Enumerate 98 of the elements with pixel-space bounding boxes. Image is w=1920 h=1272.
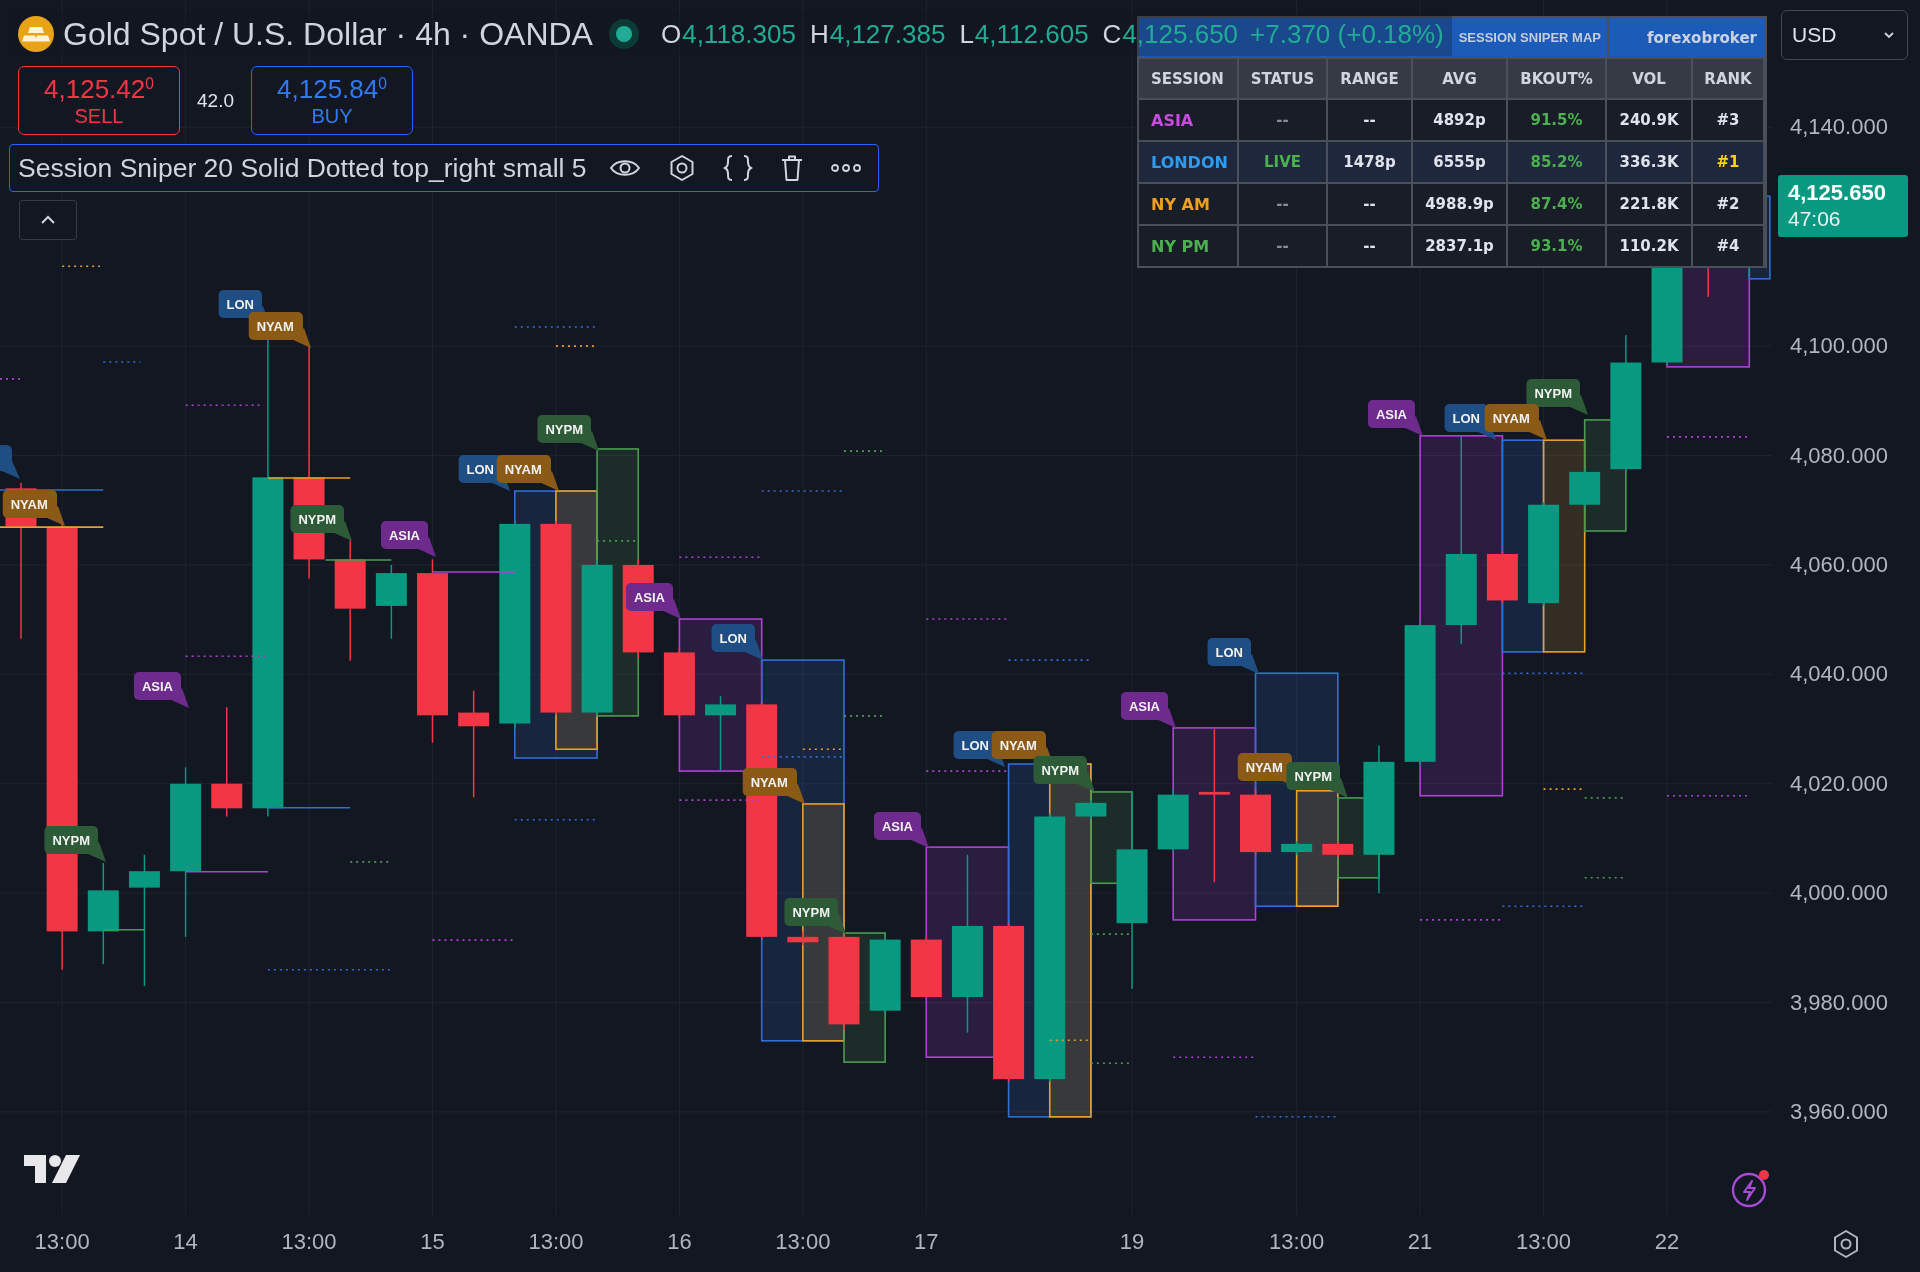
more-icon[interactable] bbox=[830, 164, 861, 172]
ohlc-value: 4,118.305 bbox=[682, 18, 796, 50]
time-axis-label: 14 bbox=[173, 1229, 198, 1255]
session-name: NY AM bbox=[1151, 194, 1210, 214]
symbol-title: Gold Spot / U.S. Dollar · 4h · OANDA bbox=[63, 15, 593, 53]
current-price: 4,125.650 bbox=[1788, 180, 1887, 207]
time-axis-label: 13:00 bbox=[1269, 1229, 1325, 1255]
table-cell: 221.8K bbox=[1607, 184, 1691, 224]
sell-button[interactable]: 4,125.42$^{0}$ SELL bbox=[18, 66, 180, 135]
time-axis-label: 13:00 bbox=[34, 1229, 90, 1255]
ohlc-label: L bbox=[959, 18, 974, 50]
candle bbox=[1322, 841, 1354, 858]
price-axis-label: 4,020.000 bbox=[1790, 770, 1888, 797]
price-axis-label: 4,040.000 bbox=[1790, 661, 1888, 688]
currency-dropdown[interactable]: USD bbox=[1781, 10, 1908, 60]
ohlc-value: 4,112.605 bbox=[974, 18, 1089, 50]
price-axis-label: 4,100.000 bbox=[1790, 333, 1888, 360]
countdown-timer: 47:06 bbox=[1788, 206, 1842, 232]
spread-value: 42.0 bbox=[197, 89, 234, 112]
column-header: BKOUT% bbox=[1508, 59, 1605, 98]
indicator-title: Session Sniper 20 Solid Dotted top_right small 5 bbox=[18, 152, 587, 184]
table-cell: 93.1% bbox=[1508, 226, 1605, 266]
ohlc-label: O bbox=[660, 18, 682, 50]
table-cell: #2 bbox=[1693, 184, 1763, 224]
session-name: NY PM bbox=[1151, 236, 1210, 256]
table-cell: #1 bbox=[1693, 142, 1763, 182]
candle bbox=[1157, 789, 1189, 853]
eye-icon[interactable] bbox=[608, 157, 641, 179]
candle bbox=[1240, 789, 1271, 855]
session-name: LONDON bbox=[1151, 152, 1228, 172]
ohlc-label: H bbox=[809, 18, 829, 50]
ingots-coin-icon bbox=[18, 16, 54, 52]
table-cell: 85.2% bbox=[1508, 142, 1605, 182]
time-axis-label: 19 bbox=[1119, 1229, 1145, 1255]
chevron-down-icon bbox=[1883, 31, 1895, 39]
candle bbox=[1569, 469, 1601, 508]
ohlc-label: C bbox=[1102, 18, 1122, 50]
table-cell: 91.5% bbox=[1508, 100, 1605, 140]
time-axis-label: 17 bbox=[914, 1229, 939, 1255]
table-cell: 87.4% bbox=[1508, 184, 1605, 224]
table-cell: -- bbox=[1239, 100, 1326, 140]
table-cell: #3 bbox=[1693, 100, 1763, 140]
ohlc-value: 4,127.385 bbox=[829, 18, 946, 50]
column-header: AVG bbox=[1413, 59, 1506, 98]
price-axis-label: 4,080.000 bbox=[1790, 442, 1888, 469]
table-cell: -- bbox=[1328, 226, 1411, 266]
time-axis-label: 13:00 bbox=[1516, 1229, 1572, 1255]
time-axis-label: 16 bbox=[667, 1229, 692, 1255]
candle bbox=[787, 931, 819, 946]
table-cell: #4 bbox=[1693, 226, 1763, 266]
session-name: ASIA bbox=[1151, 110, 1194, 130]
table-cell: 4892p bbox=[1413, 100, 1506, 140]
table-cell: 240.9K bbox=[1607, 100, 1691, 140]
table-cell: -- bbox=[1239, 226, 1326, 266]
trash-icon[interactable] bbox=[779, 154, 804, 182]
column-header: RANGE bbox=[1328, 59, 1411, 98]
table-cell: 110.2K bbox=[1607, 226, 1691, 266]
table-cell: LIVE bbox=[1239, 142, 1326, 182]
table-cell: 6555p bbox=[1413, 142, 1506, 182]
time-axis-label: 21 bbox=[1407, 1229, 1433, 1255]
table-cell: -- bbox=[1328, 100, 1411, 140]
code-braces-icon[interactable] bbox=[722, 154, 753, 182]
table-cell: -- bbox=[1328, 184, 1411, 224]
dotted-level-line bbox=[102, 361, 142, 363]
session-range-line bbox=[324, 559, 393, 561]
table-cell: 2837.1p bbox=[1413, 226, 1506, 266]
dotted-level-line bbox=[61, 265, 101, 268]
time-axis-label: 13:00 bbox=[281, 1229, 337, 1255]
buy-button[interactable]: 4,125.84$^{0}$ BUY bbox=[251, 66, 413, 135]
time-axis-label: 15 bbox=[420, 1229, 445, 1255]
column-header: RANK bbox=[1693, 59, 1763, 98]
column-header: VOL bbox=[1607, 59, 1691, 98]
table-cell: 336.3K bbox=[1607, 142, 1691, 182]
price-change: +7.370 (+0.18%) bbox=[1250, 18, 1444, 50]
price-axis-label: 3,980.000 bbox=[1790, 989, 1888, 1016]
candle bbox=[1075, 800, 1107, 820]
candle bbox=[1486, 551, 1518, 604]
time-axis-label: 13:00 bbox=[775, 1229, 831, 1255]
author-label: forexobroker bbox=[1609, 18, 1765, 57]
settings-icon[interactable] bbox=[1831, 1228, 1861, 1259]
price-axis-label: 3,960.000 bbox=[1790, 1098, 1888, 1125]
candle bbox=[910, 936, 942, 998]
column-header: STATUS bbox=[1239, 59, 1326, 98]
time-axis-label: 13:00 bbox=[528, 1229, 584, 1255]
candle bbox=[1281, 841, 1313, 855]
session-range-line bbox=[102, 928, 146, 931]
price-axis-label: 4,000.000 bbox=[1790, 880, 1888, 907]
column-header: SESSION bbox=[1139, 59, 1237, 98]
session-tag bbox=[0, 445, 20, 479]
lightning-icon[interactable] bbox=[1731, 1168, 1771, 1208]
table-cell: 4988.9p bbox=[1413, 184, 1506, 224]
table-cell: 1478p bbox=[1328, 142, 1411, 182]
dotted-level-line bbox=[0, 378, 22, 380]
table-cell: -- bbox=[1239, 184, 1326, 224]
price-axis-label: 4,060.000 bbox=[1790, 551, 1888, 578]
time-axis-label: 22 bbox=[1654, 1229, 1680, 1255]
price-axis-label: 4,140.000 bbox=[1790, 114, 1888, 141]
chevron-up-icon bbox=[40, 215, 56, 225]
